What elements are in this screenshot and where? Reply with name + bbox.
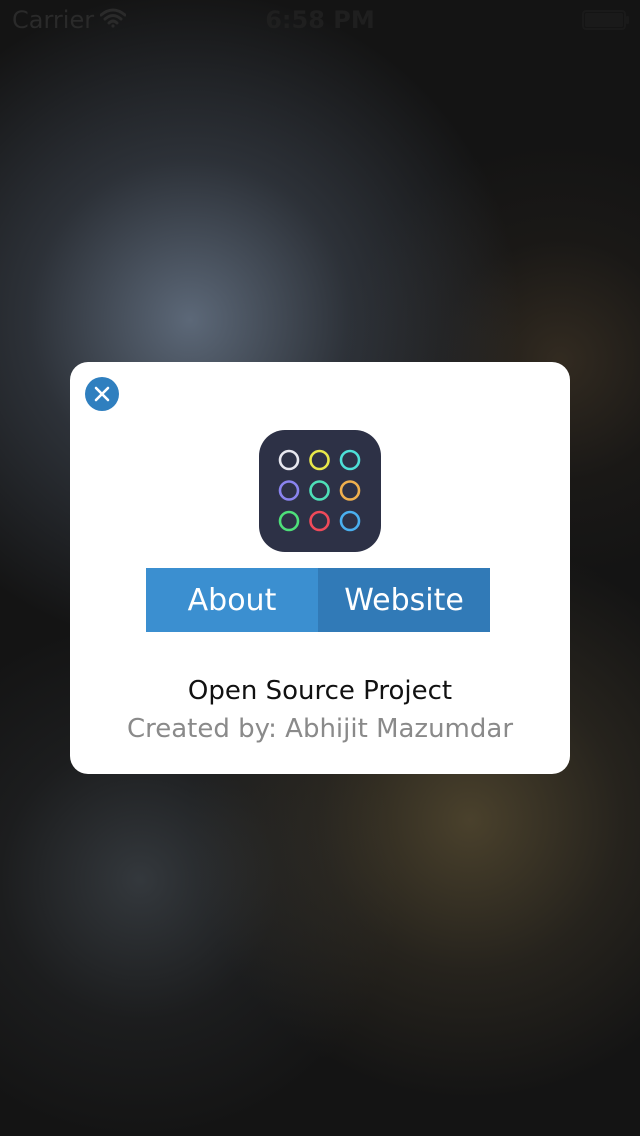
app-icon-ring [309,510,330,532]
close-button[interactable] [85,377,119,411]
status-time: 6:58 PM [265,6,375,34]
project-title: Open Source Project [187,676,453,706]
button-row: About Website [146,568,490,632]
app-icon-ring [278,449,300,471]
status-bar: Carrier 6:58 PM [0,0,640,40]
about-dialog: About Website Open Source Project Create… [70,362,570,774]
app-icon-ring [309,480,330,501]
app-icon-grid [278,449,361,532]
app-icon [259,430,381,552]
close-icon [94,386,110,402]
battery-icon [582,10,630,30]
app-icon-ring [278,480,300,501]
app-icon-ring [339,480,361,501]
about-button[interactable]: About [146,568,318,632]
website-button[interactable]: Website [318,568,490,632]
app-icon-ring [278,510,300,532]
created-by-label: Created by: Abhijit Mazumdar [126,714,514,744]
app-icon-ring [339,510,361,532]
app-icon-ring [309,449,330,471]
app-icon-ring [339,449,361,471]
